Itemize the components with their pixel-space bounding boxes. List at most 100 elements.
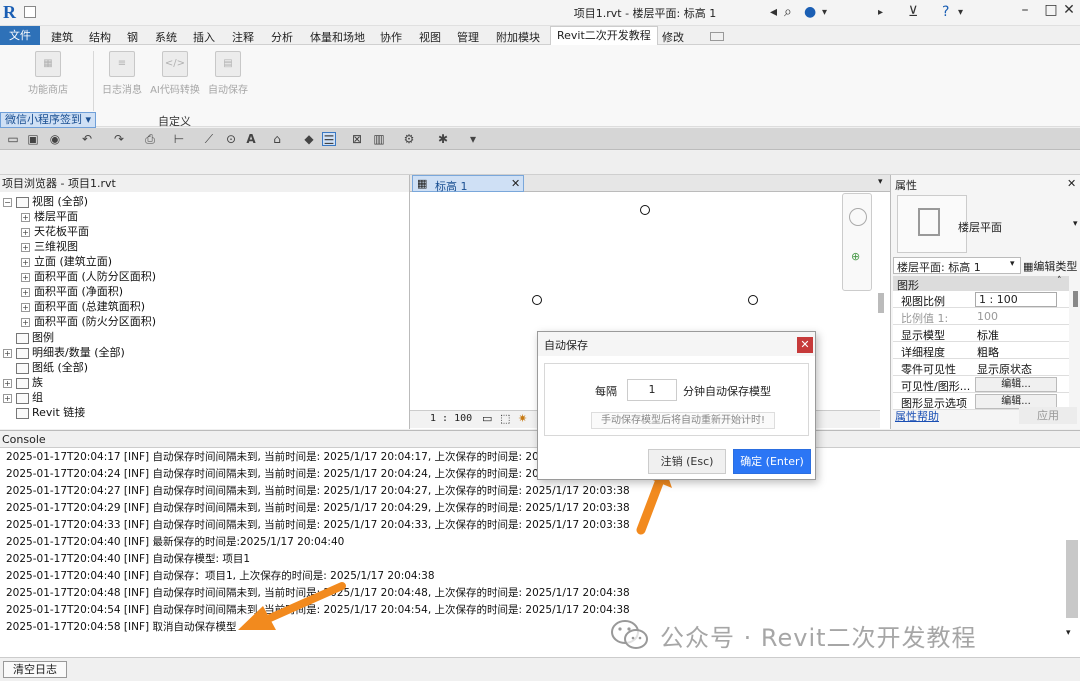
browser-item[interactable]: + 组: [3, 390, 43, 405]
print-icon[interactable]: ⎙: [143, 132, 157, 146]
browser-item[interactable]: − 视图 (全部): [3, 194, 88, 209]
tab-collaborate[interactable]: 协作: [380, 29, 402, 45]
redo-icon[interactable]: ↷: [112, 132, 126, 146]
sun-path-icon[interactable]: ✷: [518, 412, 527, 425]
browser-item[interactable]: + 面积平面 (净面积): [21, 284, 123, 299]
help-icon[interactable]: ?: [942, 4, 949, 20]
property-value[interactable]: 粗略: [977, 344, 999, 360]
close-window-icon[interactable]: ✕: [1056, 2, 1080, 22]
steering-wheel-icon[interactable]: [849, 208, 867, 226]
expand-icon[interactable]: +: [21, 272, 30, 282]
interval-minutes-input[interactable]: 1: [627, 379, 677, 401]
tab-insert[interactable]: 插入: [193, 29, 215, 45]
tab-systems[interactable]: 系统: [155, 29, 177, 45]
tab-massing-site[interactable]: 体量和场地: [310, 29, 365, 45]
elevation-marker-east[interactable]: [748, 295, 758, 305]
browser-item[interactable]: + 族: [3, 375, 43, 390]
close-hidden-icon[interactable]: ⊠: [350, 132, 364, 146]
view-scale[interactable]: 1 : 100: [430, 413, 472, 424]
expand-icon[interactable]: +: [21, 287, 30, 297]
3d-view-icon[interactable]: ⌂: [270, 132, 284, 146]
store-button[interactable]: ▦ 功能商店: [20, 51, 76, 96]
log-message-button[interactable]: ≡ 日志消息: [98, 51, 146, 96]
undo-icon[interactable]: ↶: [80, 132, 94, 146]
dialog-close-icon[interactable]: ✕: [797, 337, 813, 353]
type-name[interactable]: 楼层平面: [958, 219, 1002, 235]
measure-icon[interactable]: ⊢: [172, 132, 186, 146]
aligned-dimension-icon[interactable]: ⟋: [202, 132, 216, 146]
property-value[interactable]: 显示原状态: [977, 361, 1032, 377]
arrow-right-icon[interactable]: ▸: [878, 7, 883, 18]
close-properties-icon[interactable]: ✕: [1067, 177, 1076, 190]
property-value[interactable]: 100: [977, 310, 998, 323]
elevation-marker-north[interactable]: [640, 205, 650, 215]
tab-view[interactable]: 视图: [419, 29, 441, 45]
browser-item[interactable]: + 面积平面 (总建筑面积): [21, 299, 145, 314]
edit-type-button[interactable]: ▦编辑类型: [1023, 258, 1077, 274]
browser-item[interactable]: Revit 链接: [3, 405, 85, 420]
view-tab[interactable]: ▦ 标高 1 ✕: [412, 175, 524, 193]
expand-icon[interactable]: +: [21, 257, 30, 267]
auto-save-button[interactable]: ▤ 自动保存: [204, 51, 252, 96]
settings-icon[interactable]: ⚙: [402, 132, 416, 146]
expand-icon[interactable]: +: [21, 242, 30, 252]
section-icon[interactable]: ◆: [302, 132, 316, 146]
expand-icon[interactable]: +: [21, 317, 30, 327]
cancel-button[interactable]: 注销 (Esc): [648, 449, 726, 474]
expand-icon[interactable]: +: [21, 302, 30, 312]
navigation-bar[interactable]: ⊕: [842, 193, 872, 291]
panel-toggle-icon[interactable]: [710, 32, 724, 41]
scroll-down-icon[interactable]: ▾: [1066, 628, 1071, 638]
tab-menu-icon[interactable]: ▾: [878, 177, 883, 187]
expand-icon[interactable]: +: [21, 212, 30, 222]
tab-modify[interactable]: 修改: [662, 29, 684, 45]
tab-manage[interactable]: 管理: [457, 29, 479, 45]
tab-annotate[interactable]: 注释: [232, 29, 254, 45]
properties-help-link[interactable]: 属性帮助: [895, 408, 939, 424]
ai-code-convert-button[interactable]: </> AI代码转换: [146, 51, 204, 96]
customize-qat-icon[interactable]: ▾: [466, 132, 480, 146]
thin-lines-icon[interactable]: ☰: [322, 132, 336, 147]
expand-icon[interactable]: +: [3, 378, 12, 388]
browser-item[interactable]: + 面积平面 (人防分区面积): [21, 269, 156, 284]
browser-item[interactable]: + 明细表/数量 (全部): [3, 345, 125, 360]
property-value[interactable]: 标准: [977, 327, 999, 343]
tag-icon[interactable]: ⊙: [224, 132, 238, 146]
wechat-signin-dropdown[interactable]: 微信小程序签到 ▾: [0, 112, 97, 128]
graphics-group-header[interactable]: 图形 ˄: [893, 276, 1069, 292]
save-icon[interactable]: ▣: [26, 132, 40, 146]
tab-steel[interactable]: 钢: [127, 29, 138, 45]
browser-item[interactable]: + 三维视图: [21, 239, 78, 254]
apply-button[interactable]: 应用: [1019, 407, 1077, 424]
browser-item[interactable]: + 立面 (建筑立面): [21, 254, 112, 269]
tab-architecture[interactable]: 建筑: [51, 29, 73, 45]
visual-style-icon[interactable]: ⬚: [500, 412, 510, 425]
browser-item[interactable]: + 天花板平面: [21, 224, 89, 239]
tab-addins[interactable]: 附加模块: [496, 29, 540, 45]
collapse-icon[interactable]: −: [3, 197, 12, 207]
file-menu[interactable]: 文件: [0, 26, 40, 45]
ok-button[interactable]: 确定 (Enter): [733, 449, 811, 474]
browser-item[interactable]: 图例: [3, 330, 54, 345]
console-scrollbar[interactable]: [1066, 540, 1078, 618]
tab-structure[interactable]: 结构: [89, 29, 111, 45]
sync-icon[interactable]: ◉: [48, 132, 62, 146]
browser-item[interactable]: + 楼层平面: [21, 209, 78, 224]
expand-icon[interactable]: +: [21, 227, 30, 237]
clear-log-button[interactable]: 清空日志: [3, 661, 67, 678]
text-icon[interactable]: A: [244, 132, 258, 146]
switch-windows-icon[interactable]: ▥: [372, 132, 386, 146]
property-value-input[interactable]: 1 : 100: [975, 292, 1057, 307]
properties-scrollbar[interactable]: [1073, 291, 1078, 307]
prev-arrow-icon[interactable]: ◂: [770, 4, 777, 20]
close-tab-icon[interactable]: ✕: [511, 177, 520, 190]
expand-icon[interactable]: +: [3, 393, 12, 403]
browser-item[interactable]: 图纸 (全部): [3, 360, 88, 375]
open-icon[interactable]: ▭: [6, 132, 20, 146]
property-edit-button[interactable]: 编辑...: [975, 377, 1057, 392]
instance-selector[interactable]: 楼层平面: 标高 1 ▾: [893, 257, 1021, 274]
user-icon[interactable]: ●: [804, 4, 816, 20]
detail-level-icon[interactable]: ▭: [482, 412, 492, 425]
browser-item[interactable]: + 面积平面 (防火分区面积): [21, 314, 156, 329]
pin-icon[interactable]: ✱: [436, 132, 450, 146]
